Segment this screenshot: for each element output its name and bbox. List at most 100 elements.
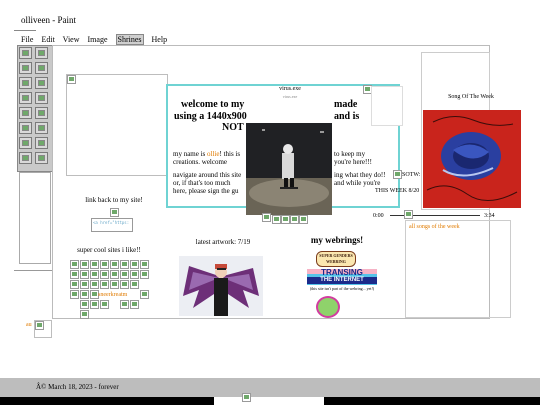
audio-time-end: 3:34 xyxy=(484,213,495,219)
menu-help[interactable]: Help xyxy=(152,35,168,44)
broken-image-icon xyxy=(110,208,119,217)
footer-text: Â© March 18, 2023 - forever xyxy=(36,383,119,391)
album-graphic xyxy=(423,110,521,208)
site-button[interactable] xyxy=(80,280,89,289)
menu-bar: File Edit View Image Shrines Help xyxy=(21,34,173,45)
tool-button[interactable] xyxy=(19,122,32,134)
welcome-text-1e: you're here!!! xyxy=(334,158,372,166)
welcome-text-1: my name is ollie! this is xyxy=(173,150,240,158)
site-button[interactable] xyxy=(140,290,149,299)
webrings-note: (this site isn't part of the webring... … xyxy=(309,286,375,291)
linkback-code-box[interactable]: <a href="https: xyxy=(91,218,133,232)
webring-transing-banner[interactable]: TRANSING THE INTERNET xyxy=(307,269,377,285)
site-button[interactable] xyxy=(120,280,129,289)
welcome-text-2d: and while you're xyxy=(334,179,381,187)
welcome-text-2b: ing what they do!! xyxy=(334,171,386,179)
cool-site-link[interactable]: sneerkreatm xyxy=(98,292,127,298)
site-button[interactable] xyxy=(80,270,89,279)
site-button[interactable] xyxy=(130,260,139,269)
welcome-text-2a: navigate around this site xyxy=(173,171,242,179)
site-button[interactable] xyxy=(110,270,119,279)
footer-bar: Â© March 18, 2023 - forever xyxy=(0,378,540,397)
welcome-heading-3: NOT xyxy=(222,122,244,133)
transing-line1: TRANSING xyxy=(321,269,363,277)
album-cover[interactable] xyxy=(423,110,521,208)
artwork-graphic xyxy=(179,256,263,316)
site-button[interactable] xyxy=(80,300,89,309)
site-button[interactable] xyxy=(80,310,89,319)
menu-edit[interactable]: Edit xyxy=(41,35,54,44)
site-button[interactable] xyxy=(100,270,109,279)
artwork-image[interactable] xyxy=(179,256,263,316)
tool-button[interactable] xyxy=(35,107,48,119)
menu-image[interactable]: Image xyxy=(88,35,108,44)
site-button[interactable] xyxy=(110,280,119,289)
site-button[interactable] xyxy=(90,270,99,279)
menu-file[interactable]: File xyxy=(21,35,33,44)
webring-genders-banner[interactable]: SUPER GENDERS WEBRING xyxy=(316,251,356,267)
broken-image-icon xyxy=(393,170,402,179)
site-button[interactable] xyxy=(80,260,89,269)
site-button[interactable] xyxy=(100,280,109,289)
tool-button[interactable] xyxy=(19,62,32,74)
artwork-label: latest artwork: 7/19 xyxy=(195,238,251,246)
site-button[interactable] xyxy=(70,270,79,279)
welcome-text-1c: to keep my xyxy=(334,150,366,158)
text: my name is xyxy=(173,150,208,158)
tool-button[interactable] xyxy=(19,152,32,164)
site-button[interactable] xyxy=(130,270,139,279)
tool-button[interactable] xyxy=(35,122,48,134)
site-button[interactable] xyxy=(120,260,129,269)
site-button[interactable] xyxy=(100,260,109,269)
audio-time-start: 0:00 xyxy=(373,213,384,219)
tool-button[interactable] xyxy=(19,92,32,104)
tool-button[interactable] xyxy=(35,92,48,104)
tool-button[interactable] xyxy=(19,137,32,149)
welcome-heading-2-end: and is xyxy=(334,111,360,122)
webrings-heading: my webrings! xyxy=(310,235,364,245)
window-title: olliveen - Paint xyxy=(21,15,76,25)
welcome-text-2c: or, if that's too much xyxy=(173,179,231,187)
site-button[interactable] xyxy=(130,280,139,289)
text: ! this is xyxy=(219,150,241,158)
menu-view[interactable]: View xyxy=(63,35,80,44)
welcome-text-2e: here, please sign the gu xyxy=(173,187,239,195)
audio-progress-fill xyxy=(390,215,398,216)
site-button[interactable] xyxy=(90,260,99,269)
site-button[interactable] xyxy=(70,260,79,269)
site-button[interactable] xyxy=(90,280,99,289)
site-button[interactable] xyxy=(70,280,79,289)
site-button[interactable] xyxy=(120,300,129,309)
site-button[interactable] xyxy=(90,300,99,309)
sotw-week: THIS WEEK 8/20 xyxy=(375,188,420,194)
menu-shrines[interactable]: Shrines xyxy=(115,34,144,45)
bottom-bar-panel xyxy=(214,397,324,405)
tool-button[interactable] xyxy=(19,77,32,89)
name-link[interactable]: ollie xyxy=(207,150,219,158)
tool-button[interactable] xyxy=(19,107,32,119)
site-button[interactable] xyxy=(140,260,149,269)
image-placeholder xyxy=(66,74,168,176)
title-divider xyxy=(14,30,36,31)
image-placeholder xyxy=(371,86,403,126)
site-button[interactable] xyxy=(100,300,109,309)
webring-badge[interactable] xyxy=(316,296,340,318)
site-button[interactable] xyxy=(130,300,139,309)
tool-button[interactable] xyxy=(35,62,48,74)
tool-button[interactable] xyxy=(35,137,48,149)
tool-button[interactable] xyxy=(35,47,48,59)
site-button[interactable] xyxy=(80,290,89,299)
site-button[interactable] xyxy=(140,270,149,279)
all-songs-link[interactable]: all songs of the week xyxy=(409,224,460,230)
site-button[interactable] xyxy=(110,260,119,269)
sotw-side-label: SOTW: xyxy=(402,172,421,178)
color-panel xyxy=(19,172,51,264)
image-placeholder xyxy=(34,320,52,338)
site-button[interactable] xyxy=(70,290,79,299)
tool-button[interactable] xyxy=(35,77,48,89)
popup-title: virus.exe xyxy=(279,86,301,92)
broken-image-icon xyxy=(299,215,308,224)
tool-button[interactable] xyxy=(19,47,32,59)
site-button[interactable] xyxy=(120,270,129,279)
tool-button[interactable] xyxy=(35,152,48,164)
